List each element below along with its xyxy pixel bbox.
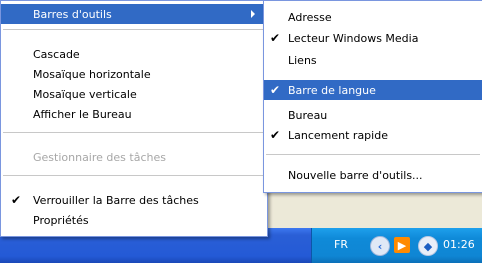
checkmark-icon: ✔ [10, 193, 22, 207]
shield-icon[interactable]: ◆ [418, 236, 438, 256]
menu-item-label: Nouvelle barre d'outils... [288, 168, 423, 182]
menu-item-label: Lancement rapide [288, 128, 388, 142]
menu-item-label: Afficher le Bureau [33, 107, 132, 121]
chevron-right-icon [251, 10, 255, 18]
menu-item-show-desktop[interactable]: Afficher le Bureau [1, 104, 267, 124]
submenu-item-new-toolbar[interactable]: Nouvelle barre d'outils... [264, 165, 482, 185]
menu-item-tile-vertical[interactable]: Mosaïque verticale [1, 84, 267, 104]
menu-item-label: Propriétés [33, 213, 89, 227]
separator [266, 154, 480, 155]
checkmark-icon: ✔ [269, 31, 281, 45]
back-arrow-icon[interactable]: ‹ [370, 236, 390, 256]
menu-item-label: Liens [288, 53, 317, 67]
clock[interactable]: 01:26 [443, 238, 475, 251]
menu-item-label: Barres d'outils [33, 7, 112, 21]
menu-item-tile-horizontal[interactable]: Mosaïque horizontale [1, 64, 267, 84]
menu-item-label: Bureau [288, 108, 328, 122]
menu-item-label: Verrouiller la Barre des tâches [33, 193, 199, 207]
menu-item-label: Gestionnaire des tâches [33, 150, 166, 164]
menu-item-label: Mosaïque verticale [33, 87, 137, 101]
submenu-item-desktop[interactable]: Bureau [264, 105, 482, 125]
separator [3, 132, 265, 133]
language-indicator[interactable]: FR [334, 238, 348, 251]
submenu-item-address[interactable]: Adresse [264, 7, 482, 27]
submenu-item-windows-media[interactable]: ✔ Lecteur Windows Media [264, 28, 482, 48]
media-flag-icon[interactable]: ▶ [394, 237, 410, 253]
menu-item-task-manager: Gestionnaire des tâches [1, 147, 267, 167]
system-tray: FR ‹ ▶ ◆ 01:26 [311, 228, 482, 263]
taskbar-context-menu: Barres d'outils Cascade Mosaïque horizon… [0, 0, 268, 237]
checkmark-icon: ✔ [269, 83, 281, 97]
submenu-item-quick-launch[interactable]: ✔ Lancement rapide [264, 125, 482, 145]
menu-item-label: Cascade [33, 47, 80, 61]
menu-item-toolbars[interactable]: Barres d'outils [1, 4, 267, 24]
separator [3, 175, 265, 176]
menu-item-properties[interactable]: Propriétés [1, 210, 267, 230]
checkmark-icon: ✔ [269, 128, 281, 142]
submenu-item-links[interactable]: Liens [264, 50, 482, 70]
menu-item-label: Mosaïque horizontale [33, 67, 151, 81]
menu-item-label: Adresse [288, 10, 332, 24]
menu-item-label: Lecteur Windows Media [288, 31, 419, 45]
menu-item-cascade[interactable]: Cascade [1, 44, 267, 64]
menu-item-lock-taskbar[interactable]: ✔ Verrouiller la Barre des tâches [1, 190, 267, 210]
submenu-item-language-bar[interactable]: ✔ Barre de langue [264, 80, 482, 100]
toolbars-submenu: Adresse ✔ Lecteur Windows Media Liens ✔ … [263, 0, 482, 193]
separator [3, 29, 265, 30]
menu-item-label: Barre de langue [288, 83, 376, 97]
